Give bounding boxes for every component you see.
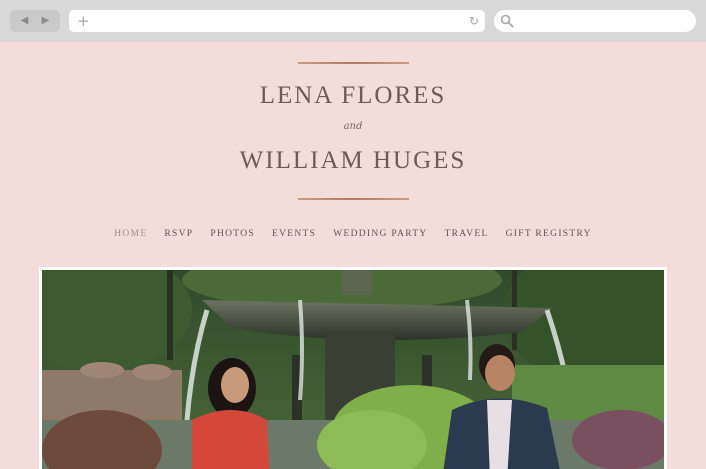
- partner-one-name: LENA FLORES: [259, 82, 447, 109]
- partner-two-name: WILLIAM HUGES: [239, 147, 467, 174]
- history-buttons: ◀ ▶: [10, 10, 60, 32]
- top-divider: [298, 62, 409, 64]
- search-field[interactable]: [494, 10, 696, 32]
- bottom-divider: [298, 198, 409, 200]
- nav-item-travel[interactable]: TRAVEL: [445, 229, 489, 239]
- nav-item-gift-registry[interactable]: GIFT REGISTRY: [506, 229, 592, 239]
- nav-item-rsvp[interactable]: RSVP: [164, 229, 193, 239]
- nav-item-events[interactable]: EVENTS: [272, 229, 316, 239]
- nav-item-wedding-party[interactable]: WEDDING PARTY: [333, 229, 427, 239]
- nav-item-photos[interactable]: PHOTOS: [210, 229, 255, 239]
- site-navigation: HOME RSVP PHOTOS EVENTS WEDDING PARTY TR…: [0, 229, 706, 239]
- new-tab-icon[interactable]: +: [77, 12, 90, 30]
- and-script: and: [343, 121, 363, 132]
- reload-icon[interactable]: ↻: [469, 13, 479, 29]
- couple-fountain-illustration: [42, 270, 664, 469]
- forward-arrow-icon[interactable]: ▶: [42, 16, 50, 26]
- nav-item-home[interactable]: HOME: [114, 229, 147, 239]
- address-bar[interactable]: + ↻: [69, 10, 485, 32]
- browser-toolbar: ◀ ▶ + ↻: [0, 0, 706, 42]
- hero-photo-frame: [39, 267, 667, 469]
- search-icon: [500, 14, 514, 28]
- back-arrow-icon[interactable]: ◀: [21, 16, 29, 26]
- hero-photo: [42, 270, 664, 469]
